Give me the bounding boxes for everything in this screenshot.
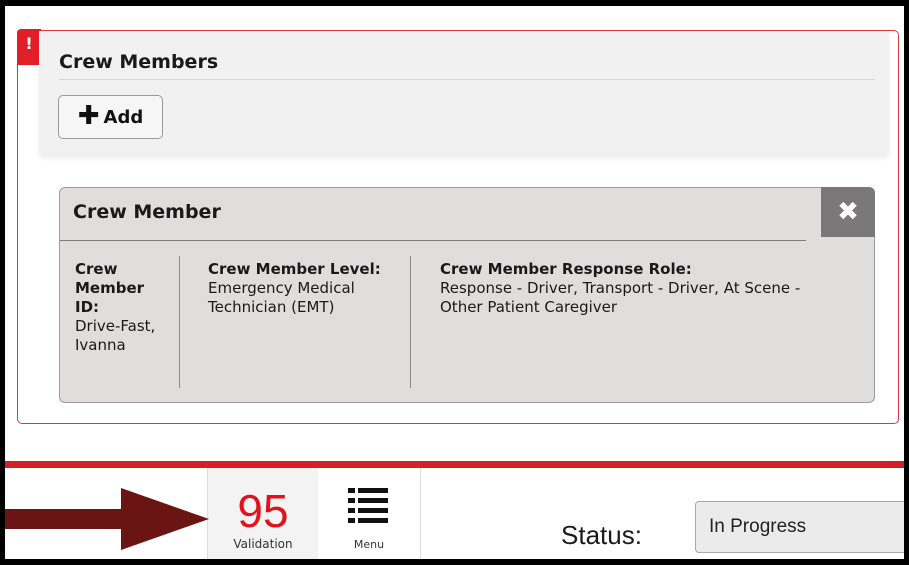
crew-member-card: Crew Member ✖ Crew Member ID: Drive-Fast… bbox=[59, 187, 875, 403]
plus-icon: ✚ bbox=[77, 100, 100, 131]
crew-divider bbox=[59, 79, 875, 80]
status-select[interactable]: In Progress bbox=[695, 501, 904, 553]
crew-member-id-label: Crew Member ID: bbox=[75, 260, 145, 316]
crew-member-id-value: Drive-Fast, Ivanna bbox=[75, 317, 156, 354]
add-crew-member-button[interactable]: ✚ Add bbox=[58, 95, 163, 139]
add-button-label: Add bbox=[103, 106, 144, 128]
remove-crew-member-button[interactable]: ✖ bbox=[821, 187, 875, 237]
validation-count: 95 bbox=[237, 485, 289, 537]
menu-tab[interactable]: Menu bbox=[318, 468, 421, 559]
validation-tab[interactable]: 95 Validation bbox=[207, 468, 319, 559]
crew-members-title: Crew Members bbox=[59, 51, 219, 73]
crew-member-id-field: Crew Member ID: Drive-Fast, Ivanna bbox=[75, 260, 160, 355]
crew-member-title: Crew Member bbox=[73, 201, 221, 223]
crew-member-role-value: Response - Driver, Transport - Driver, A… bbox=[440, 279, 801, 316]
validation-label: Validation bbox=[233, 537, 293, 551]
pointer-arrow-icon bbox=[5, 488, 209, 550]
list-menu-icon bbox=[348, 488, 388, 523]
crew-member-role-field: Crew Member Response Role: Response - Dr… bbox=[440, 260, 820, 317]
column-separator bbox=[410, 256, 411, 388]
crew-member-role-label: Crew Member Response Role: bbox=[440, 260, 692, 278]
status-value: In Progress bbox=[709, 516, 807, 537]
close-icon: ✖ bbox=[837, 197, 859, 227]
crew-member-divider bbox=[60, 240, 806, 241]
crew-members-panel: Crew Members ✚ Add bbox=[39, 31, 889, 155]
column-separator bbox=[179, 256, 180, 388]
app-canvas: ! Crew Members ✚ Add Crew Member ✖ Crew … bbox=[5, 6, 904, 559]
footer-accent-bar bbox=[5, 461, 904, 468]
status-label: Status: bbox=[561, 520, 642, 550]
crew-member-level-label: Crew Member Level: bbox=[208, 260, 381, 278]
error-flag: ! bbox=[17, 29, 41, 65]
crew-member-level-value: Emergency Medical Technician (EMT) bbox=[208, 279, 355, 316]
crew-member-level-field: Crew Member Level: Emergency Medical Tec… bbox=[208, 260, 408, 317]
menu-label: Menu bbox=[353, 538, 385, 551]
